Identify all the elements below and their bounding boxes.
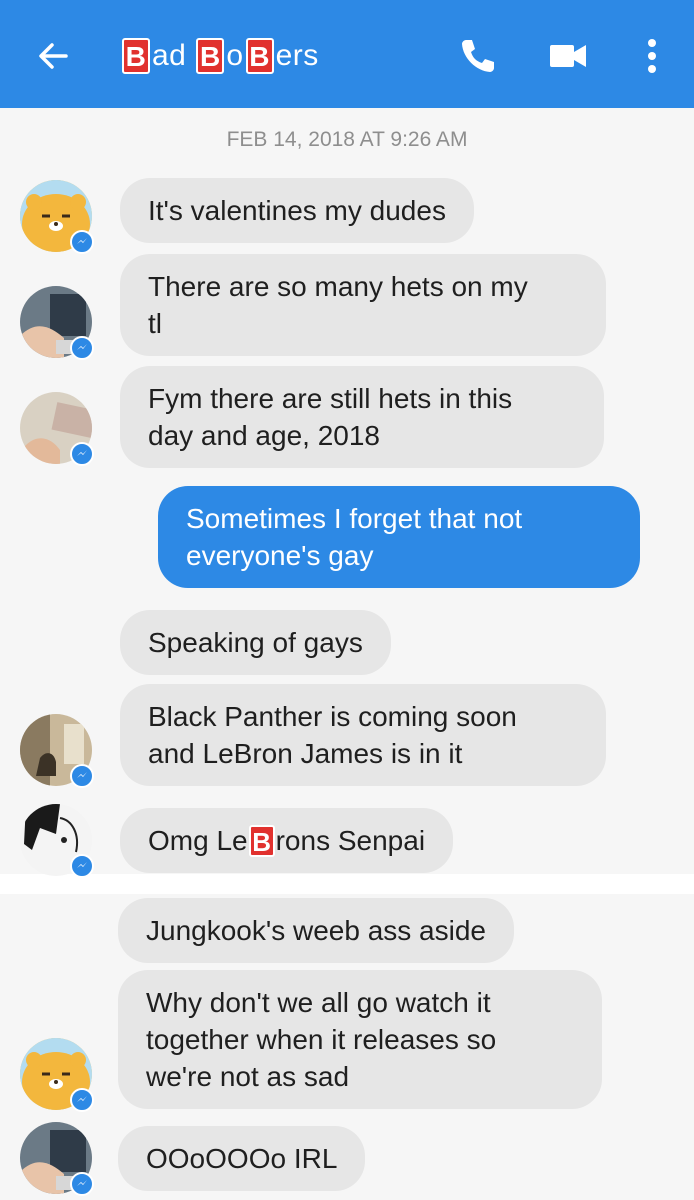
message-text-line: Fym there are still hets in this <box>148 383 513 414</box>
video-call-button[interactable] <box>546 34 590 78</box>
avatar[interactable] <box>20 392 94 466</box>
phone-icon <box>462 40 494 72</box>
voice-call-button[interactable] <box>456 34 500 78</box>
message-text: Jungkook's weeb ass aside <box>146 915 486 946</box>
avatar[interactable] <box>20 180 94 254</box>
message-text-line: and LeBron James is in it <box>148 738 463 769</box>
video-camera-icon <box>550 45 586 67</box>
message-timestamp: FEB 14, 2018 AT 9:26 AM <box>226 128 468 151</box>
message-text: Omg Le <box>148 825 248 856</box>
messenger-badge-icon <box>70 230 94 254</box>
b-emoji: B <box>248 824 275 857</box>
message-bubble[interactable]: Fym there are still hets in this day and… <box>120 366 604 468</box>
message-bubble[interactable]: Jungkook's weeb ass aside <box>118 898 514 963</box>
back-button[interactable] <box>34 36 74 76</box>
message-text-line: Sometimes I forget that not <box>186 503 523 534</box>
messenger-badge-icon <box>70 336 94 360</box>
messenger-badge-icon <box>70 1172 94 1196</box>
message-text-line: tl <box>148 308 162 339</box>
message-bubble[interactable]: Why don't we all go watch it together wh… <box>118 970 602 1109</box>
messenger-badge-icon <box>70 764 94 788</box>
message-bubble[interactable]: Black Panther is coming soon and LeBron … <box>120 684 606 786</box>
messenger-badge-icon <box>70 854 94 878</box>
divider <box>0 874 694 894</box>
avatar[interactable] <box>20 804 94 878</box>
message-bubble[interactable]: Omg Le Brons Senpai <box>120 808 454 873</box>
title-text: ad <box>152 39 187 72</box>
avatar[interactable] <box>20 714 94 788</box>
my-message-bubble[interactable]: Sometimes I forget that not everyone's g… <box>158 486 640 588</box>
message-text: It's valentines my dudes <box>148 195 446 226</box>
message-text: Speaking of gays <box>148 627 363 658</box>
message-text-line: together when it releases so <box>146 1024 497 1055</box>
message-text-line: Why don't we all go watch it <box>146 987 491 1018</box>
message-bubble[interactable]: It's valentines my dudes <box>120 178 474 243</box>
messenger-badge-icon <box>70 1088 94 1112</box>
message-text: OOoOOOo IRL <box>146 1143 338 1174</box>
b-emoji: B <box>196 38 225 74</box>
back-arrow-icon <box>39 43 68 69</box>
message-text: rons Senpai <box>275 825 426 856</box>
avatar[interactable] <box>20 1122 94 1196</box>
avatar[interactable] <box>20 286 94 360</box>
title-text: o <box>226 39 244 72</box>
message-bubble[interactable]: OOoOOOo IRL <box>118 1126 366 1191</box>
message-bubble[interactable]: There are so many hets on my tl <box>120 254 606 356</box>
message-text-line: Black Panther is coming soon <box>148 701 517 732</box>
message-text-line: There are so many hets on my <box>148 271 528 302</box>
avatar[interactable] <box>20 1038 94 1112</box>
b-emoji: B <box>245 38 274 74</box>
chat-header: B ad B o B ers <box>0 0 694 108</box>
message-text-line: everyone's gay <box>186 540 374 571</box>
conversation-title[interactable]: B ad B o B ers <box>120 36 319 76</box>
b-emoji: B <box>122 38 150 74</box>
message-text-line: we're not as sad <box>146 1061 350 1092</box>
title-text: ers <box>275 39 319 72</box>
message-bubble[interactable]: Speaking of gays <box>120 610 391 675</box>
messenger-badge-icon <box>70 442 94 466</box>
message-list[interactable]: FEB 14, 2018 AT 9:26 AM It's valentines … <box>0 108 694 1200</box>
more-vertical-icon <box>648 39 656 73</box>
message-text-line: day and age, 2018 <box>148 420 380 451</box>
more-options-button[interactable] <box>630 34 674 78</box>
